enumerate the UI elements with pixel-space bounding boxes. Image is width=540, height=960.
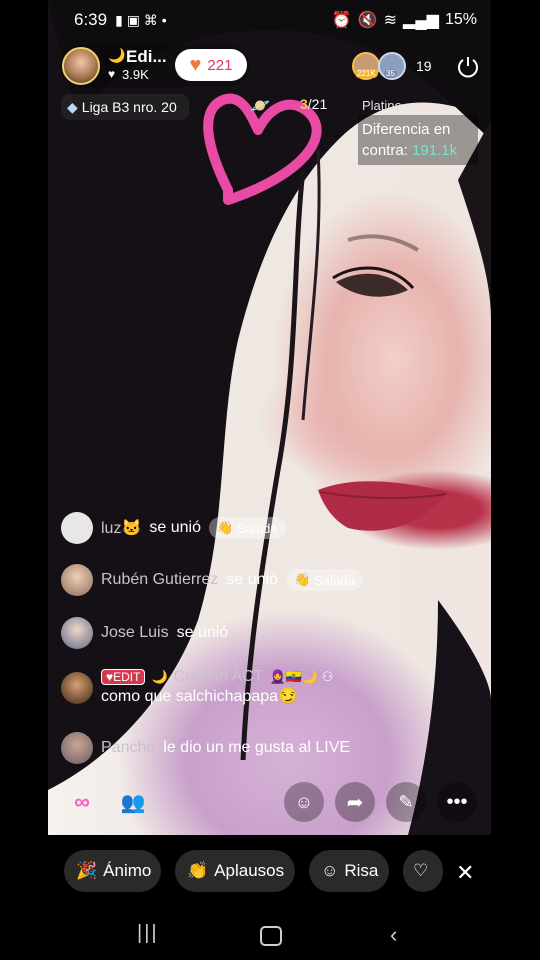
moon-icon: 🌙	[151, 669, 168, 684]
league-badge[interactable]: ◆ Liga B3 nro. 20	[61, 94, 189, 120]
rank-current: 3	[300, 96, 308, 112]
mute-icon: 🔇	[357, 12, 378, 29]
chat-user: Rubén Gutierrez	[101, 571, 219, 588]
chat-text: se unió	[226, 571, 278, 588]
battle-tier: Platino	[362, 98, 402, 113]
chat-user: Cristian ACT	[173, 668, 264, 685]
host-name: Edi...	[126, 47, 167, 66]
diamond-icon: ◆	[67, 98, 78, 115]
chat-bubble-icon: ☺	[294, 791, 314, 812]
heart-icon: ♥	[189, 53, 202, 76]
invite-button[interactable]: 👥	[113, 782, 153, 822]
chat-item[interactable]: ♥EDIT 🌙 Cristian ACT 🧕🇪🇨🌙 ⚇ como que sal…	[61, 668, 333, 706]
top-viewers[interactable]: 221K 35	[352, 52, 412, 82]
chat-text: le dio un me gusta al LIVE	[163, 739, 351, 756]
moon-icon: 🌙	[108, 47, 126, 63]
likes-button[interactable]: ♥ 221	[175, 49, 247, 81]
saluda-label: Saluda	[314, 572, 355, 588]
chat-user: Pancho	[101, 739, 156, 756]
party-icon: 🎉	[76, 861, 98, 880]
host-avatar[interactable]	[62, 47, 100, 85]
battery-percent: 15%	[444, 11, 477, 28]
comment-button[interactable]: ☺	[284, 782, 324, 822]
diff-label: Diferencia en	[362, 121, 451, 138]
likes-count: 221	[207, 56, 233, 74]
quick-label: Ánimo	[103, 861, 152, 880]
more-button[interactable]: •••	[437, 782, 477, 822]
status-time: 6:39	[74, 10, 108, 29]
viewer-1-badge: 221K	[355, 69, 378, 78]
clap-icon: 👏	[187, 861, 209, 880]
followers-heart-icon: ♥	[108, 67, 116, 81]
heart-outline-icon: ♡	[413, 861, 429, 880]
chat-text: se unió	[176, 624, 229, 641]
quick-reaction-risa[interactable]: ☺ Risa	[309, 850, 389, 892]
viewer-2-badge: 35	[384, 69, 397, 78]
battle-diff-panel[interactable]: Diferencia en contra: 191.1k	[358, 115, 478, 165]
home-nav-icon[interactable]	[260, 926, 282, 946]
status-notification-icons: ▮ ▣ ⌘ •	[115, 11, 167, 28]
edit-badge: ♥EDIT	[101, 669, 146, 685]
back-nav-icon[interactable]: ‹	[390, 922, 397, 948]
wave-icon: 👋	[293, 572, 311, 587]
status-bar: 6:39 ▮ ▣ ⌘ • ⏰ 🔇 ≋ ▂▄▆ 15%	[48, 0, 491, 40]
chat-avatar	[61, 564, 93, 596]
magic-wand-icon: ✎	[398, 791, 414, 812]
quick-reaction-animo[interactable]: 🎉 Ánimo	[64, 850, 161, 892]
saluda-button[interactable]: 👋 Saluda	[208, 517, 286, 539]
chat-message: como que salchichapapa😏	[101, 688, 298, 705]
wave-icon: 👋	[216, 520, 234, 535]
chat-text: se unió	[149, 519, 201, 536]
chat-avatar	[61, 732, 93, 764]
diff-prefix: contra:	[362, 142, 408, 159]
link-icon: ∞	[74, 789, 90, 814]
chat-avatar	[61, 617, 93, 649]
close-quick-icon[interactable]: ✕	[456, 860, 474, 886]
share-icon: ➦	[346, 791, 364, 814]
more-icon: •••	[446, 790, 468, 813]
quick-label: Risa	[344, 861, 379, 880]
signal-icon: ▂▄▆	[403, 12, 439, 29]
rank-total: /21	[307, 96, 328, 112]
chat-item[interactable]: Jose Luis se unió	[61, 617, 228, 649]
saluda-label: Saluda	[237, 520, 278, 536]
saluda-button[interactable]: 👋 Saluda	[285, 569, 363, 591]
alarm-icon: ⏰	[331, 12, 352, 29]
host-followers: 3.9K	[122, 67, 149, 82]
power-icon[interactable]	[456, 55, 480, 79]
rank-indicator[interactable]: 3/21	[300, 96, 327, 112]
share-button[interactable]: ➦	[335, 782, 375, 822]
diff-value: 191.1k	[412, 142, 458, 159]
chat-user: Jose Luis	[101, 624, 169, 641]
chat-item[interactable]: luz🐱 se unió 👋 Saluda	[61, 512, 286, 544]
chat-user: luz🐱	[101, 520, 142, 537]
viewer-count[interactable]: 19	[416, 58, 432, 74]
quick-reaction-aplausos[interactable]: 👏 Aplausos	[175, 850, 295, 892]
user-emoji-decor: 🧕🇪🇨🌙 ⚇	[269, 669, 334, 684]
chat-avatar	[61, 512, 93, 544]
league-label: Liga B3 nro. 20	[81, 99, 177, 115]
recents-nav-icon[interactable]: |||	[137, 922, 159, 945]
chat-avatar	[61, 672, 93, 704]
wifi-icon: ≋	[383, 12, 398, 29]
chat-item[interactable]: Pancho le dio un me gusta al LIVE	[61, 732, 350, 764]
people-icon: 👥	[120, 791, 146, 814]
effects-button[interactable]: ✎	[386, 782, 426, 822]
status-system-icons: ⏰ 🔇 ≋ ▂▄▆ 15%	[332, 10, 477, 30]
multi-guest-button[interactable]: ∞	[62, 782, 102, 822]
quick-label: Aplausos	[214, 861, 285, 880]
laugh-icon: ☺	[321, 861, 339, 880]
chat-item[interactable]: Rubén Gutierrez se unió 👋 Saluda	[61, 564, 363, 596]
planet-icon: 🪐	[250, 98, 270, 115]
quick-reaction-more[interactable]: ♡	[403, 850, 443, 892]
